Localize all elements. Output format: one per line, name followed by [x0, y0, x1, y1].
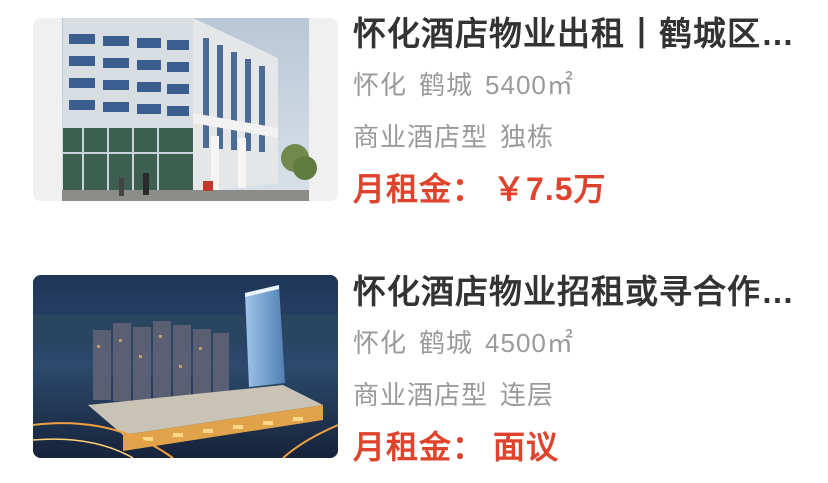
listing-location: 怀化 鹤城 5400㎡	[353, 68, 574, 102]
listing-area: 5400㎡	[485, 70, 574, 100]
listing-type: 商业酒店型 连层	[353, 378, 554, 412]
listing-title[interactable]: 怀化酒店物业招租或寻合作…	[353, 270, 798, 314]
listing-price: 月租金： 面议	[353, 426, 559, 468]
listing-city: 怀化	[353, 70, 408, 100]
listing-category: 商业酒店型	[353, 380, 489, 410]
listing-city: 怀化	[353, 328, 408, 358]
listing-card[interactable]: 怀化酒店物业出租丨鹤城区… 怀化 鹤城 5400㎡ 商业酒店型 独栋 月租金： ￥7.5…	[0, 0, 828, 207]
listing-building-type: 连层	[500, 380, 555, 410]
listing-category: 商业酒店型	[353, 122, 489, 152]
listing-title[interactable]: 怀化酒店物业出租丨鹤城区…	[353, 12, 798, 56]
price-label: 月租金：	[353, 171, 486, 207]
listing-district: 鹤城	[419, 328, 474, 358]
listing-thumbnail[interactable]	[33, 18, 338, 201]
night-city-complex-rendering-icon	[33, 275, 338, 458]
listing-price: 月租金： ￥7.5万	[353, 168, 607, 210]
price-label: 月租金：	[353, 429, 486, 465]
listing-thumbnail[interactable]	[33, 275, 338, 458]
price-value: 面议	[493, 429, 560, 465]
listing-card[interactable]: 怀化酒店物业招租或寻合作… 怀化 鹤城 4500㎡ 商业酒店型 连层 月租金： 面议	[0, 258, 828, 465]
listing-type: 商业酒店型 独栋	[353, 120, 554, 154]
listing-list: 怀化酒店物业出租丨鹤城区… 怀化 鹤城 5400㎡ 商业酒店型 独栋 月租金： ￥7.5…	[0, 0, 828, 483]
listing-area: 4500㎡	[485, 328, 574, 358]
office-building-photo-icon	[33, 18, 338, 201]
listing-district: 鹤城	[419, 70, 474, 100]
price-value: ￥7.5万	[493, 171, 607, 207]
listing-building-type: 独栋	[500, 122, 555, 152]
listing-location: 怀化 鹤城 4500㎡	[353, 326, 574, 360]
